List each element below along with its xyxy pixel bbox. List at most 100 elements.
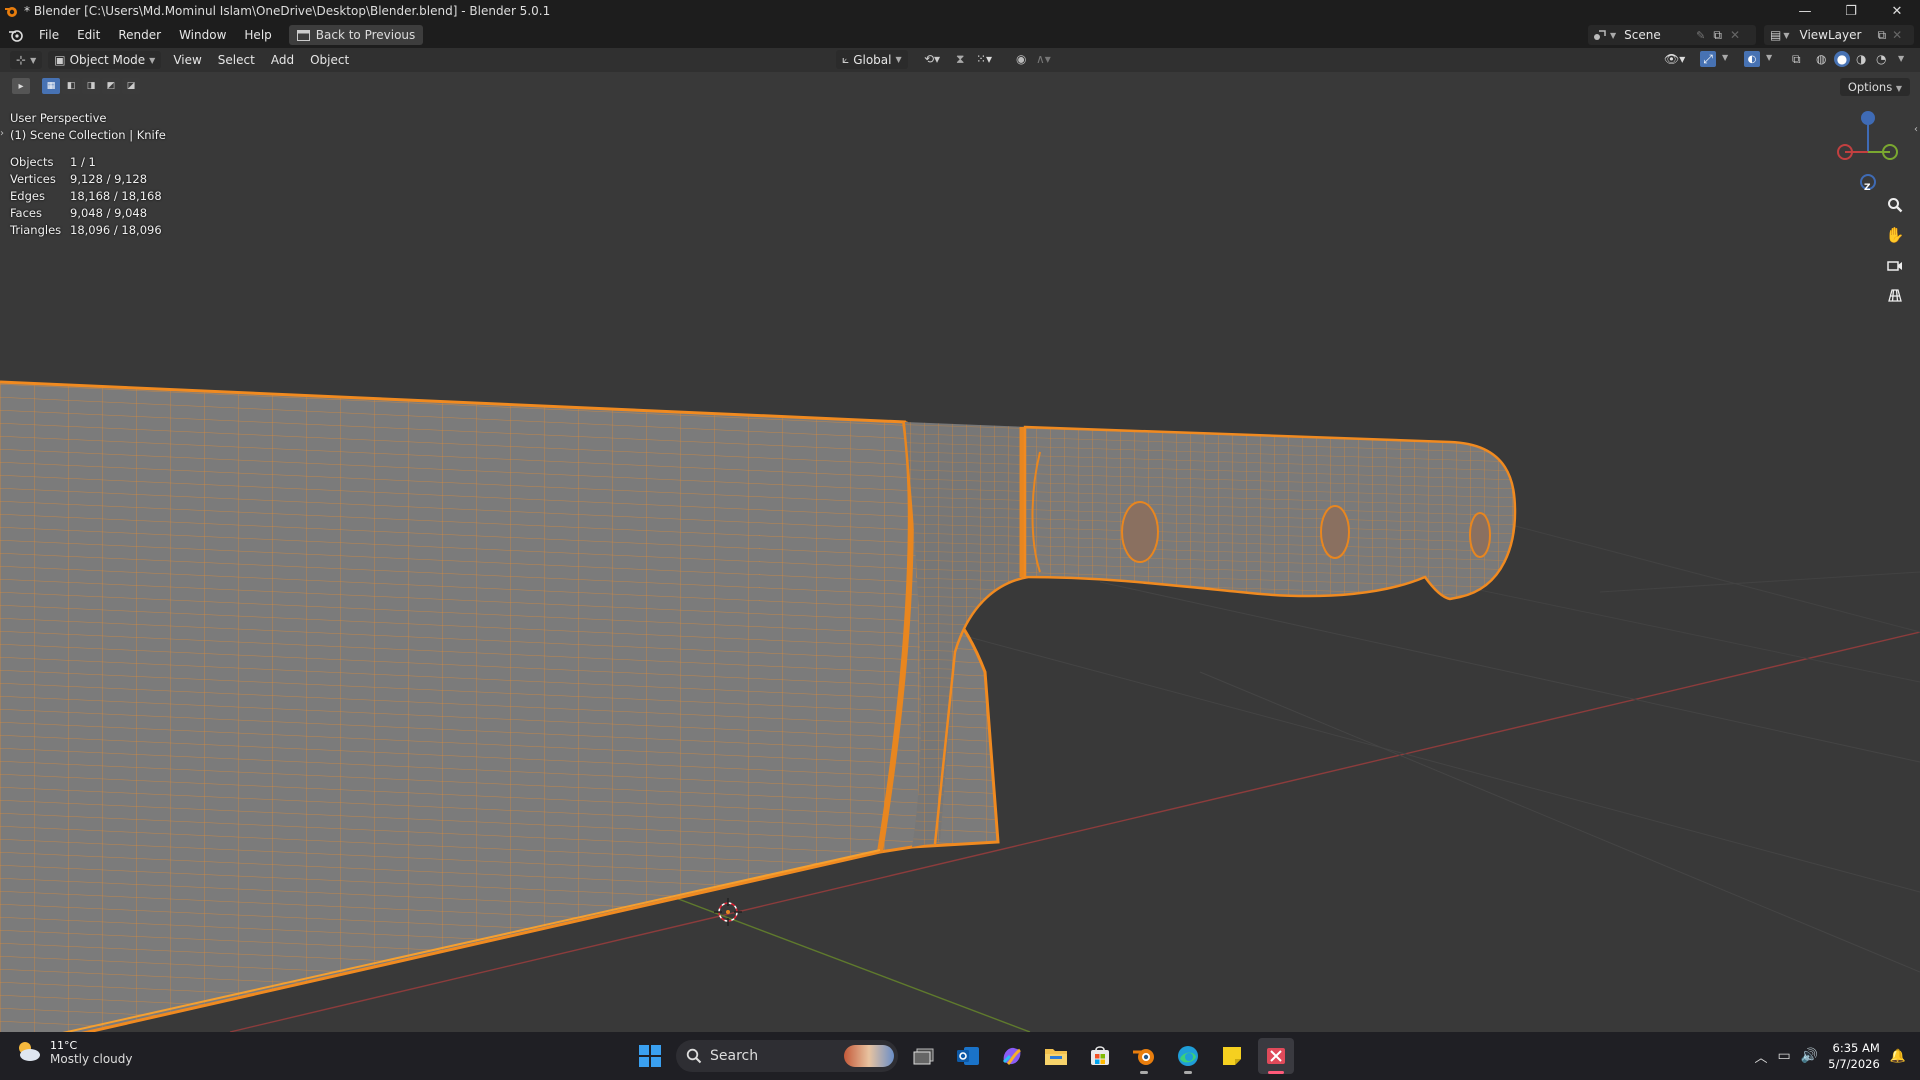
select-new-icon[interactable]: ▦ bbox=[42, 78, 60, 94]
select-tool-icon[interactable]: ▸ bbox=[12, 78, 30, 94]
chevron-down-icon[interactable]: ▼ bbox=[1766, 53, 1772, 62]
new-scene-icon[interactable]: ⧉ bbox=[1713, 28, 1722, 43]
delete-view-layer-icon[interactable]: ✕ bbox=[1892, 28, 1902, 42]
overlays-toggle-icon[interactable]: ◐ bbox=[1744, 51, 1760, 67]
stat-label: Triangles bbox=[10, 223, 62, 237]
clock-time: 6:35 AM bbox=[1832, 1041, 1880, 1055]
search-highlight-image bbox=[844, 1045, 894, 1067]
handle-rivet bbox=[1121, 501, 1159, 563]
menu-select[interactable]: Select bbox=[210, 53, 263, 67]
back-to-previous-label: Back to Previous bbox=[315, 28, 416, 42]
close-button[interactable]: ✕ bbox=[1874, 0, 1920, 22]
select-invert-icon[interactable]: ◩ bbox=[102, 78, 120, 94]
stat-row: Triangles 18,096 / 18,096 bbox=[10, 222, 162, 239]
snap-toggle-icon[interactable]: ⧗ bbox=[956, 52, 964, 67]
select-extend-icon[interactable]: ◧ bbox=[62, 78, 80, 94]
pan-view-button[interactable]: ✋ bbox=[1882, 222, 1908, 248]
copilot-icon[interactable] bbox=[994, 1038, 1030, 1074]
minimize-button[interactable]: — bbox=[1782, 0, 1828, 22]
select-subtract-icon[interactable]: ◨ bbox=[82, 78, 100, 94]
pin-icon[interactable]: ✎ bbox=[1696, 29, 1705, 42]
running-indicator bbox=[1184, 1071, 1192, 1074]
menu-add[interactable]: Add bbox=[263, 53, 302, 67]
visibility-icon[interactable]: 👁▾ bbox=[1664, 52, 1685, 66]
menu-object[interactable]: Object bbox=[302, 53, 357, 67]
orientation-label: Global bbox=[853, 52, 892, 67]
maximize-button[interactable]: ❐ bbox=[1828, 0, 1874, 22]
display-icon[interactable]: ▭ bbox=[1777, 1048, 1790, 1064]
hand-icon: ✋ bbox=[1885, 226, 1905, 244]
scene-selector[interactable]: ▼ Scene ✎ ⧉ ✕ bbox=[1588, 25, 1756, 45]
solid-shading-icon[interactable]: ● bbox=[1834, 51, 1850, 67]
taskbar-search-box[interactable]: Search bbox=[676, 1040, 898, 1072]
material-preview-icon[interactable]: ◑ bbox=[1856, 52, 1866, 66]
taskbar-apps: Search bbox=[632, 1038, 1294, 1074]
file-explorer-icon[interactable] bbox=[1038, 1038, 1074, 1074]
collapse-arrow-icon[interactable]: › bbox=[0, 128, 4, 139]
task-view-icon[interactable] bbox=[906, 1038, 942, 1074]
options-dropdown[interactable]: Options ▼ bbox=[1839, 78, 1910, 96]
camera-view-button[interactable] bbox=[1882, 252, 1908, 278]
running-indicator bbox=[1140, 1071, 1148, 1074]
sticky-notes-icon[interactable] bbox=[1214, 1038, 1250, 1074]
sidebar-toggle-icon[interactable]: ‹ bbox=[1914, 124, 1918, 135]
menu-edit[interactable]: Edit bbox=[68, 28, 109, 42]
edge-icon[interactable] bbox=[1170, 1038, 1206, 1074]
viewport-canvas[interactable] bbox=[0, 72, 1920, 1032]
blender-menu-icon[interactable] bbox=[8, 28, 24, 42]
editor-type-selector[interactable]: ⊹ ▼ bbox=[10, 51, 43, 69]
outlook-icon[interactable] bbox=[950, 1038, 986, 1074]
menu-render[interactable]: Render bbox=[109, 28, 170, 42]
stat-label: Vertices bbox=[10, 172, 56, 186]
select-tool-bar: ▸ ▦ ◧ ◨ ◩ ◪ bbox=[12, 78, 140, 94]
stat-label: Faces bbox=[10, 206, 42, 220]
falloff-icon[interactable]: ∧▾ bbox=[1036, 52, 1051, 66]
stat-row: Vertices 9,128 / 9,128 bbox=[10, 171, 162, 188]
view-layer-selector[interactable]: ▤ ▼ ViewLayer ⧉ ✕ bbox=[1764, 25, 1914, 45]
toggle-projection-button[interactable] bbox=[1882, 282, 1908, 308]
microsoft-store-icon[interactable] bbox=[1082, 1038, 1118, 1074]
proportional-editing-icon[interactable]: ◉ bbox=[1016, 52, 1026, 66]
navigation-gizmo[interactable] bbox=[1837, 111, 1898, 190]
gizmo-z-axis[interactable] bbox=[1861, 111, 1875, 125]
stat-row: Edges 18,168 / 18,168 bbox=[10, 188, 162, 205]
chevron-down-icon[interactable]: ▼ bbox=[1898, 54, 1904, 63]
windows-logo-icon bbox=[639, 1045, 661, 1067]
transform-orientation-selector[interactable]: ⟀ Global ▼ bbox=[836, 50, 908, 69]
menu-help[interactable]: Help bbox=[235, 28, 280, 42]
menu-file[interactable]: File bbox=[30, 28, 68, 42]
chevron-up-icon[interactable]: ︿ bbox=[1754, 1047, 1767, 1066]
zoom-view-button[interactable] bbox=[1882, 192, 1908, 218]
scene-statistics: Objects 1 / 1 Vertices 9,128 / 9,128 Edges… bbox=[10, 154, 162, 239]
gizmo-toggle-icon[interactable]: ⤢ bbox=[1700, 51, 1716, 67]
notification-bell-icon[interactable]: 🔔 bbox=[1890, 1049, 1906, 1064]
chevron-down-icon[interactable]: ▼ bbox=[1722, 53, 1728, 62]
snap-target-icon[interactable]: ⁙▾ bbox=[976, 52, 992, 66]
new-view-layer-icon[interactable]: ⧉ bbox=[1878, 28, 1887, 43]
stat-row: Faces 9,048 / 9,048 bbox=[10, 205, 162, 222]
stat-value: 18,168 / 18,168 bbox=[70, 189, 162, 203]
clock[interactable]: 6:35 AM 5/7/2026 bbox=[1828, 1040, 1880, 1072]
snipping-tool-icon[interactable] bbox=[1258, 1038, 1294, 1074]
delete-scene-icon[interactable]: ✕ bbox=[1730, 28, 1740, 42]
knife-handle-mesh[interactable] bbox=[1020, 412, 1520, 612]
select-intersect-icon[interactable]: ◪ bbox=[122, 78, 140, 94]
pivot-point-icon[interactable]: ⟲▾ bbox=[924, 52, 940, 66]
back-to-previous-button[interactable]: Back to Previous bbox=[288, 25, 424, 45]
windows-taskbar: 11°C Mostly cloudy Search ︿ ▭ 🔊 6:35 AM … bbox=[0, 1032, 1920, 1080]
rendered-shading-icon[interactable]: ◔ bbox=[1876, 52, 1886, 66]
3d-viewport[interactable]: Z ▸ ▦ ◧ ◨ ◩ ◪ Options ▼ ‹ › User Perspec… bbox=[0, 72, 1920, 1032]
volume-icon[interactable]: 🔊 bbox=[1801, 1048, 1818, 1064]
menu-window[interactable]: Window bbox=[170, 28, 235, 42]
handle-rivet bbox=[1469, 512, 1491, 558]
menu-view[interactable]: View bbox=[165, 53, 209, 67]
xray-toggle-icon[interactable]: ⧉ bbox=[1792, 52, 1801, 67]
knife-blade-mesh[interactable] bbox=[0, 352, 1000, 1032]
wireframe-shading-icon[interactable]: ◍ bbox=[1816, 52, 1826, 66]
start-button[interactable] bbox=[632, 1038, 668, 1074]
y-axis-line bbox=[659, 891, 1031, 1032]
stat-label: Edges bbox=[10, 189, 45, 203]
weather-widget[interactable]: 11°C Mostly cloudy bbox=[14, 1038, 133, 1067]
blender-taskbar-icon[interactable] bbox=[1126, 1038, 1162, 1074]
mode-selector[interactable]: ▣ Object Mode ▼ bbox=[48, 51, 162, 69]
